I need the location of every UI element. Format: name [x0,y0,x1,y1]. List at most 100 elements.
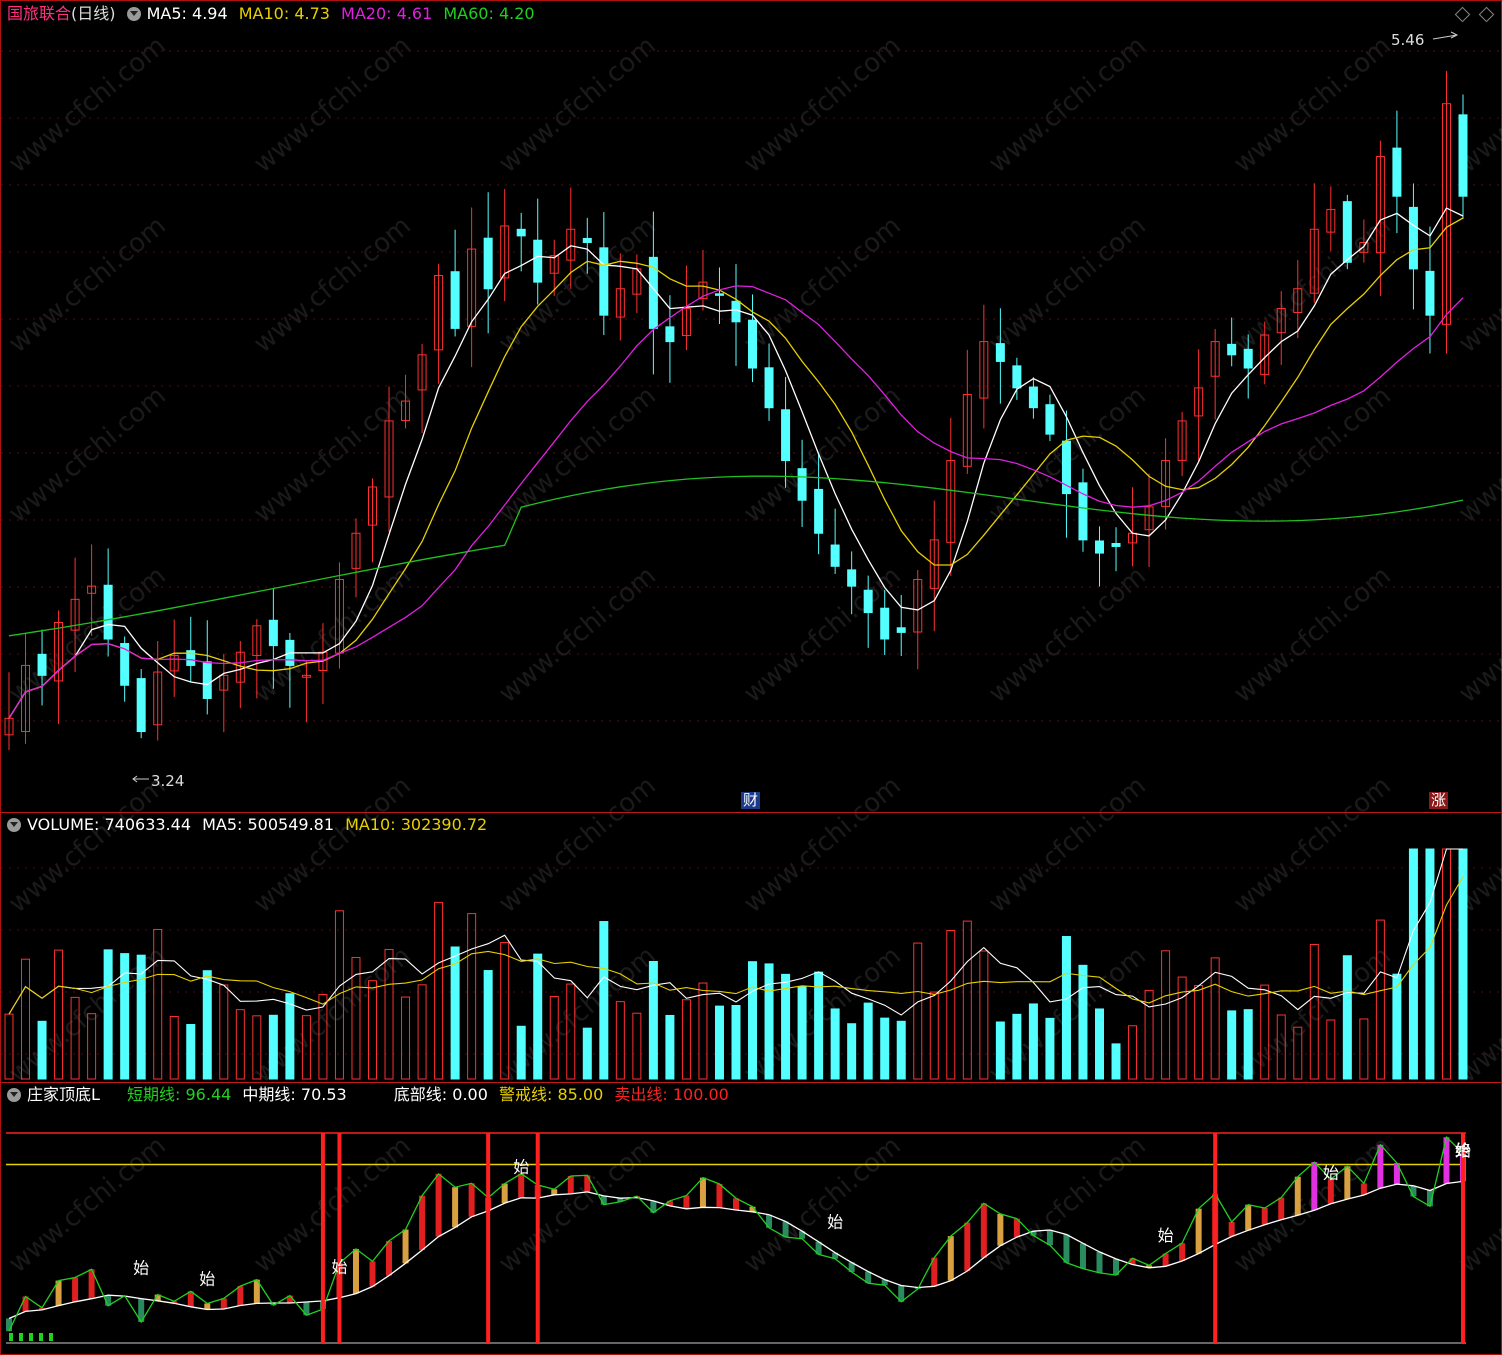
candle-body [516,228,526,237]
volume-bar [1210,957,1220,1080]
volume-bar [1392,973,1402,1080]
indicator-name[interactable]: 庄家顶底L [27,1085,100,1104]
candle-body [450,271,460,329]
ma60-label: MA60: 4.20 [443,4,535,23]
indicator-bar [1079,1243,1086,1269]
candle-body [896,627,906,633]
ma60-line [8,475,1464,637]
volume-bar [1128,1025,1138,1080]
indicator-bar [352,1248,359,1294]
candle-body [1227,343,1237,356]
volume-bar [70,996,80,1080]
candle-body [797,468,807,501]
indicator-bar [551,1189,558,1195]
ma20-label: MA20: 4.61 [341,4,433,23]
volume-bar [87,1013,97,1080]
chevron-down-icon[interactable] [7,818,21,832]
volume-bar [830,1008,840,1080]
volume-ma5-line [8,848,1463,1016]
candle-body [268,619,278,647]
indicator-bar [1063,1234,1070,1263]
volume-bar [384,948,394,1080]
volume-bar [1095,1008,1104,1080]
start-marker: 始 [1158,1226,1174,1245]
indicator-panel[interactable]: 始始始始始始始始终 庄家顶底L 短期线: 96.44 中期线: 70.53 底部… [1,1083,1501,1351]
indicator-bar [1278,1197,1285,1220]
buy-tick [49,1333,53,1341]
candle-body [830,544,840,567]
chevron-down-icon[interactable] [126,7,141,21]
candle-body [1392,147,1402,197]
volume-bar [1458,848,1468,1080]
sell-signal-column [320,1133,325,1343]
stock-title[interactable]: 国旅联合 [7,4,71,23]
candle-body [1425,270,1435,316]
candle-body [103,584,113,640]
short-line-label: 短期线: 96.44 [127,1085,232,1104]
indicator-bar [386,1240,393,1276]
volume-panel[interactable]: VOLUME: 740633.44 MA5: 500549.81 MA10: 3… [1,813,1501,1081]
indicator-bar [1261,1207,1268,1225]
volume-bar [1144,989,1154,1080]
volume-bar [1342,955,1352,1080]
finance-tag[interactable]: 财 [741,792,761,809]
period-label[interactable]: (日线) [71,4,116,23]
volume-bar [929,991,939,1080]
buy-tick [29,1333,33,1341]
start-marker: 始 [827,1213,843,1232]
indicator-bar [683,1195,690,1209]
indicator-bar [501,1183,508,1204]
indicator-bar [1344,1166,1351,1200]
price-panel[interactable]: 国旅联合(日线) MA5: 4.94 MA10: 4.73 MA20: 4.61… [1,1,1501,811]
volume-bar [962,920,972,1080]
volume-ma5-label: MA5: 500549.81 [202,815,335,834]
candle-body [136,678,146,733]
sell-signal-column [486,1133,491,1343]
candle-body [37,653,47,676]
end-marker: 终 [1455,1141,1471,1160]
volume-bar [483,970,493,1080]
volume-bar [814,971,824,1080]
candle-body [1458,114,1468,197]
rise-tag[interactable]: 涨 [1429,792,1449,809]
volume-bar [1078,964,1088,1080]
indicator-bar [237,1286,244,1306]
volume-bar [913,942,923,1080]
volume-bar [1028,1003,1038,1080]
volume-bar [764,963,774,1080]
indicator-legend: 庄家顶底L 短期线: 96.44 中期线: 70.53 底部线: 0.00 警戒… [7,1085,735,1105]
volume-bar [880,1017,890,1080]
candle-body [1045,404,1055,435]
volume-bar [632,1012,642,1080]
ma10-label: MA10: 4.73 [238,4,330,23]
sell-signal-column [535,1133,540,1343]
volume-bar [1441,848,1451,1080]
indicator-bar [187,1291,194,1307]
volume-chart[interactable] [1,813,1501,1081]
indicator-bar [1294,1176,1301,1216]
indicator-bar [72,1277,79,1302]
sell-line-label: 卖出线: 100.00 [614,1085,729,1104]
buy-tick [9,1333,13,1341]
volume-bar [681,999,691,1080]
indicator-bar [1360,1183,1367,1195]
candle-body [1095,540,1104,554]
short-term-line [8,1135,1464,1332]
indicator-bar [1228,1221,1235,1237]
volume-bar [1194,984,1204,1080]
volume-bar [549,995,559,1080]
indicator-bar [997,1213,1004,1246]
candle-body [665,326,675,343]
volume-bar [1012,1013,1022,1080]
indicator-chart[interactable]: 始始始始始始始始终 [1,1083,1501,1351]
candle-body [847,569,857,587]
volume-bar [285,993,295,1080]
chevron-down-icon[interactable] [7,1088,21,1102]
indicator-bar [369,1261,376,1287]
price-chart[interactable] [1,1,1501,811]
volume-bar [1061,936,1071,1080]
volume-bar [1359,1018,1369,1080]
volume-bar [1375,919,1385,1080]
volume-bar [1326,1019,1336,1080]
volume-bar [368,980,377,1080]
